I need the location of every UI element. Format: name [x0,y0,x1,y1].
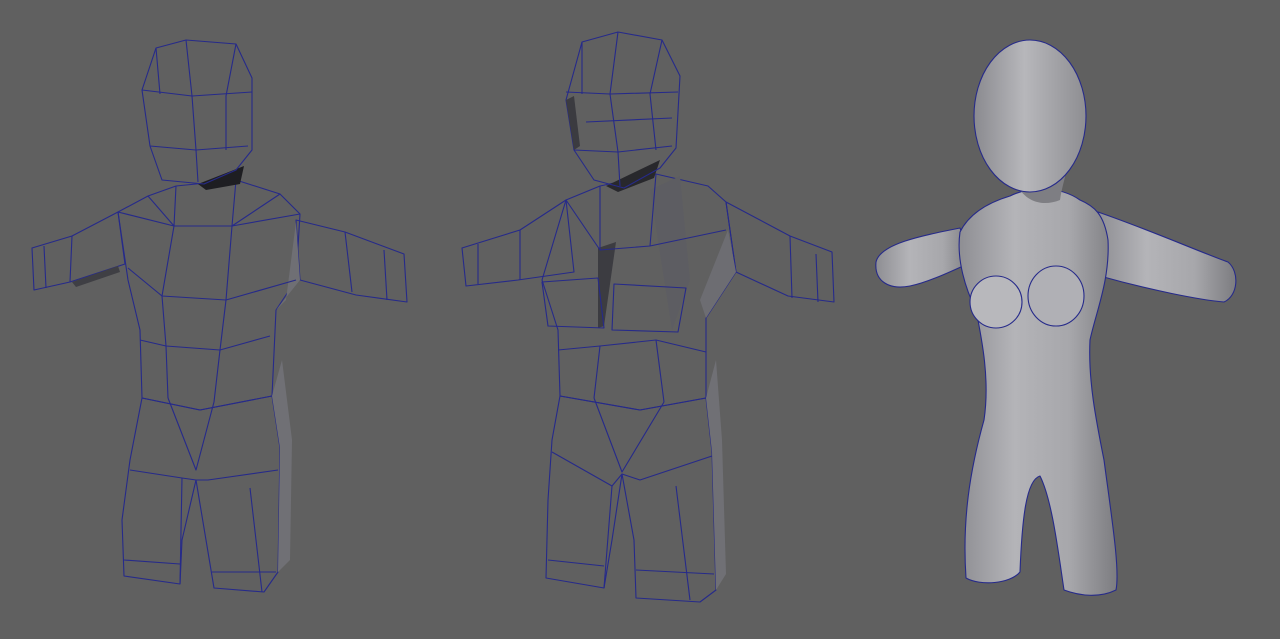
viewport-3d[interactable] [0,0,1280,639]
torso [117,179,301,411]
legs [121,395,281,593]
legs [545,395,717,603]
torso [959,188,1118,596]
neck-cavity [198,166,244,190]
low-poly-base-model[interactable] [31,39,408,593]
subdivided-female-model[interactable] [875,39,1237,596]
left-chest-block [541,277,605,329]
head [565,31,681,189]
left-arm [875,228,972,287]
scene-canvas [31,31,1237,603]
low-poly-refined-model[interactable] [461,31,835,603]
head [974,40,1086,192]
left-arm [461,199,575,287]
